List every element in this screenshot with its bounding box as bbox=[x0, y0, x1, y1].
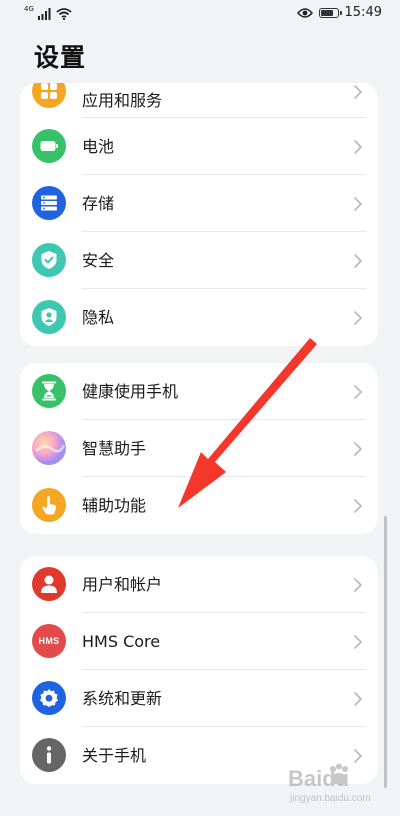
assistant-orb-icon bbox=[32, 431, 66, 465]
settings-item-label: 智慧助手 bbox=[82, 439, 147, 458]
hms-icon: HMS bbox=[32, 624, 66, 658]
chevron-right-icon bbox=[354, 578, 363, 592]
shield-icon bbox=[32, 243, 66, 277]
eye-icon bbox=[296, 7, 313, 18]
settings-item-label: 电池 bbox=[82, 137, 115, 156]
scrollbar[interactable] bbox=[384, 516, 387, 788]
battery-level bbox=[320, 9, 334, 16]
status-left: 4G bbox=[24, 6, 72, 20]
hand-pointer-icon bbox=[32, 488, 66, 522]
chevron-right-icon bbox=[354, 254, 363, 268]
settings-item-label: 系统和更新 bbox=[82, 689, 163, 708]
chevron-right-icon bbox=[354, 85, 363, 99]
settings-item-label: 存储 bbox=[82, 194, 115, 213]
settings-item-battery[interactable]: 电池 bbox=[20, 118, 378, 175]
settings-item-label: HMS Core bbox=[82, 632, 161, 651]
info-icon bbox=[32, 738, 66, 772]
chevron-right-icon bbox=[354, 197, 363, 211]
baidu-watermark: Baidu jingyan.baidu.com bbox=[282, 760, 392, 812]
wifi-icon bbox=[56, 8, 72, 20]
watermark-subtext: jingyan.baidu.com bbox=[290, 793, 371, 804]
settings-item-label: 用户和帐户 bbox=[82, 575, 163, 594]
chevron-right-icon bbox=[354, 635, 363, 649]
paw-logo-icon bbox=[330, 763, 348, 785]
settings-group-3: 用户和帐户 HMS HMS Core 系统和更新 关于手机 bbox=[20, 556, 378, 784]
privacy-icon bbox=[32, 300, 66, 334]
hourglass-icon bbox=[32, 374, 66, 408]
settings-item-users-accounts[interactable]: 用户和帐户 bbox=[20, 556, 378, 613]
settings-item-label: 隐私 bbox=[82, 308, 115, 327]
chevron-right-icon bbox=[354, 442, 363, 456]
settings-item-security[interactable]: 安全 bbox=[20, 232, 378, 289]
battery-icon bbox=[318, 7, 342, 18]
status-bar: 4G 15:49 bbox=[0, 0, 400, 28]
gear-icon bbox=[32, 681, 66, 715]
chevron-right-icon bbox=[354, 692, 363, 706]
settings-item-smart-assistant[interactable]: 智慧助手 bbox=[20, 420, 378, 477]
user-icon bbox=[32, 567, 66, 601]
settings-item-hms-core[interactable]: HMS HMS Core bbox=[20, 613, 378, 670]
settings-item-label: 辅助功能 bbox=[82, 496, 147, 515]
settings-item-label: 安全 bbox=[82, 251, 115, 270]
settings-item-system-update[interactable]: 系统和更新 bbox=[20, 670, 378, 727]
settings-item-storage[interactable]: 存储 bbox=[20, 175, 378, 232]
chevron-right-icon bbox=[354, 311, 363, 325]
chevron-right-icon bbox=[354, 140, 363, 154]
settings-group-1: 应用和服务 电池 存储 安全 隐私 bbox=[20, 83, 378, 346]
apps-icon bbox=[32, 83, 66, 108]
settings-item-digital-balance[interactable]: 健康使用手机 bbox=[20, 363, 378, 420]
battery-icon bbox=[32, 129, 66, 163]
settings-group-2: 健康使用手机 智慧助手 辅助功能 bbox=[20, 363, 378, 534]
status-right: 15:49 bbox=[296, 5, 382, 20]
signal-icon bbox=[37, 8, 51, 20]
chevron-right-icon bbox=[354, 499, 363, 513]
chevron-right-icon bbox=[354, 385, 363, 399]
settings-item-accessibility[interactable]: 辅助功能 bbox=[20, 477, 378, 534]
settings-item-apps[interactable]: 应用和服务 bbox=[20, 83, 378, 118]
settings-item-label: 健康使用手机 bbox=[82, 382, 179, 401]
clock: 15:49 bbox=[344, 5, 382, 20]
settings-item-privacy[interactable]: 隐私 bbox=[20, 289, 378, 346]
hms-icon-text: HMS bbox=[38, 636, 60, 646]
network-type: 4G bbox=[24, 5, 34, 13]
page-title: 设置 bbox=[34, 43, 87, 72]
storage-icon bbox=[32, 186, 66, 220]
settings-item-label: 关于手机 bbox=[82, 746, 147, 765]
